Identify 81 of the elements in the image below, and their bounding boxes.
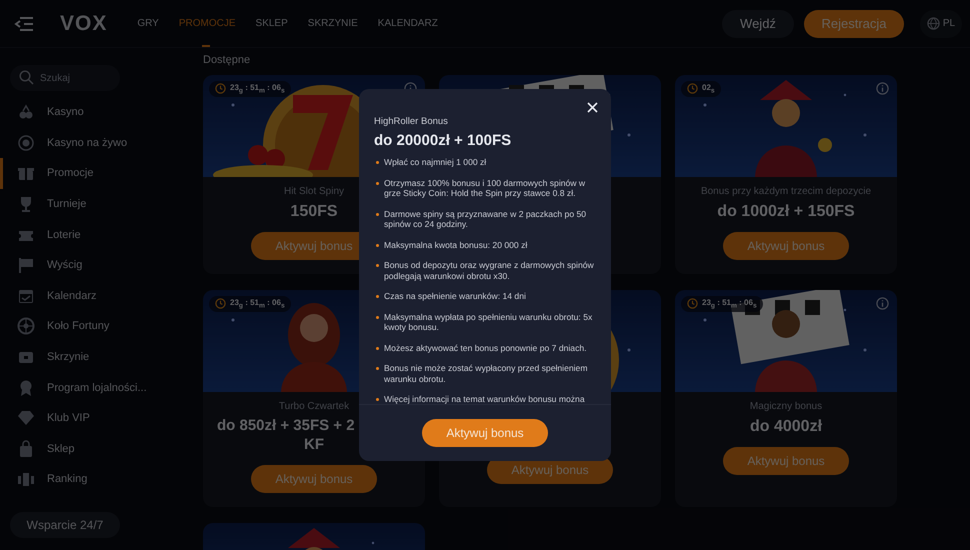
sidebar-item[interactable]: Skrzynie [0, 342, 190, 372]
nav-link[interactable]: SKLEP [256, 0, 288, 47]
bullet-icon [376, 295, 379, 298]
clock-icon [215, 298, 226, 310]
menu-icon[interactable] [14, 16, 34, 32]
globe-icon [926, 17, 940, 30]
activate-bonus-button[interactable]: Aktywuj bonus [422, 419, 548, 447]
sidebar-item[interactable]: Sklep [0, 434, 190, 464]
cherry-icon [17, 103, 35, 122]
register-button[interactable]: Rejestracja [804, 10, 904, 38]
sidebar-item[interactable]: Promocje [0, 158, 190, 189]
sidebar-item[interactable]: Program lojalności... [0, 372, 190, 403]
info-icon[interactable] [876, 82, 889, 95]
sidebar-item[interactable]: Kasyno [0, 97, 190, 128]
bonus-name: Turbo Czwartek [278, 401, 350, 412]
bullet-icon [376, 367, 379, 370]
bars-icon [17, 470, 35, 488]
clock-icon [687, 83, 698, 94]
sidebar-item[interactable]: Wyścig [0, 250, 190, 281]
bullet-icon [376, 316, 379, 318]
nav-link[interactable]: PROMOCJE [178, 0, 236, 47]
sidebar-item[interactable]: Koło Fortuny [0, 311, 190, 342]
term-text: Więcej informacji na temat warunków bonusu można [384, 394, 585, 404]
bullet-icon [376, 264, 379, 267]
dialog-title: do 20000zł + 100FS [374, 132, 512, 149]
timer-text: 02$_{s}$ [702, 83, 715, 95]
wheel-icon [17, 317, 35, 336]
bullet-icon [376, 244, 379, 246]
activate-bonus-button[interactable]: Aktywuj bonus [251, 464, 377, 492]
bullet-icon [376, 161, 379, 164]
sidebar-item[interactable]: Kalendarz [0, 280, 190, 312]
term-text: Możesz aktywować ten bonus ponownie po 7 dniach. [384, 342, 587, 353]
sidebar-item[interactable]: Ranking [0, 464, 190, 495]
flag-icon [17, 256, 35, 274]
timer-text: 23$_{g}$ : 51$_{m}$ : 06$_{s}$ [230, 83, 285, 95]
clock-icon [215, 83, 226, 94]
term-text: Bonus nie może zostać wypłacony przed spełnieniem warunku obrotu. [384, 363, 588, 384]
sidebar-item[interactable]: Klub VIP [0, 402, 190, 434]
bonus-amount: do 4000zł [750, 417, 822, 437]
bullet-icon [376, 398, 379, 401]
bag-icon [17, 440, 35, 458]
bullet-icon [376, 182, 379, 184]
nav-link[interactable]: SKRZYNIE [308, 0, 358, 47]
sidebar-item[interactable]: Turnieje [0, 188, 190, 220]
term-text: Maksymalna kwota bonusu: 20 000 zł [384, 240, 528, 250]
bonus-name: Hit Slot Spiny [284, 186, 344, 197]
diamond-icon [17, 409, 35, 428]
bonus-name: Magiczny bonus [750, 401, 822, 412]
term-text: Bonus od depozytu oraz wygrane z darmowych spinów podlegają warunkowi obrotu x30. [384, 260, 595, 281]
sidebar-item[interactable]: Kasyno na żywo [0, 128, 190, 158]
bonus-amount: do 1000zł + 150FS [717, 202, 855, 222]
term-text: Wpłać co najmniej 1 000 zł [384, 157, 486, 168]
bullet-icon [376, 212, 379, 216]
support-button[interactable]: Wsparcie 24/7 [10, 512, 120, 538]
language-label: PL [942, 18, 956, 29]
logo[interactable]: VOX [60, 12, 108, 36]
term-text: Darmowe spiny są przyznawane w 2 paczkach po 50 spinów co 24 godziny. [384, 208, 588, 230]
bonus-name: Bonus przy każdym trzecim depozycie [700, 186, 872, 197]
timer-text: 23$_{g}$ : 51$_{m}$ : 06$_{s}$ [230, 298, 285, 310]
language-button[interactable]: PL [920, 10, 962, 38]
close-icon[interactable] [587, 102, 598, 113]
term-text: Czas na spełnienie warunków: 14 dni [384, 291, 526, 302]
bonus-amount: do 850zł + 35FS + 2 KF [217, 417, 356, 454]
nav-link[interactable]: GRY [137, 0, 159, 47]
dialog-subtitle: HighRoller Bonus [374, 116, 449, 127]
activate-bonus-button[interactable]: Aktywuj bonus [723, 447, 849, 475]
activate-bonus-button[interactable]: Aktywuj bonus [723, 232, 849, 260]
clock-icon [687, 298, 698, 310]
term-text: Otrzymasz 100% bonusu i 100 darmowych spinów w grze Sticky Coin: Hold the Spin przy stawce 0.8 zł. [384, 178, 586, 198]
bonus-amount: 150FS [290, 202, 338, 222]
timer-text: 23$_{g}$ : 51$_{m}$ : 06$_{s}$ [702, 298, 757, 310]
bullet-icon [376, 346, 379, 350]
section-title: Dostępne [203, 54, 252, 66]
sidebar-item[interactable]: Loterie [0, 219, 190, 250]
search-field[interactable]: Szukaj [10, 65, 120, 91]
nav-link[interactable]: KALENDARZ [378, 0, 438, 47]
info-icon[interactable] [876, 297, 889, 310]
login-button[interactable]: Wejdź [722, 10, 794, 38]
target-icon [17, 134, 35, 152]
search-icon [19, 70, 34, 85]
term-text: Maksymalna wypłata po spełnieniu warunku obrotu: 5x kwoty bonusu. [384, 312, 594, 332]
